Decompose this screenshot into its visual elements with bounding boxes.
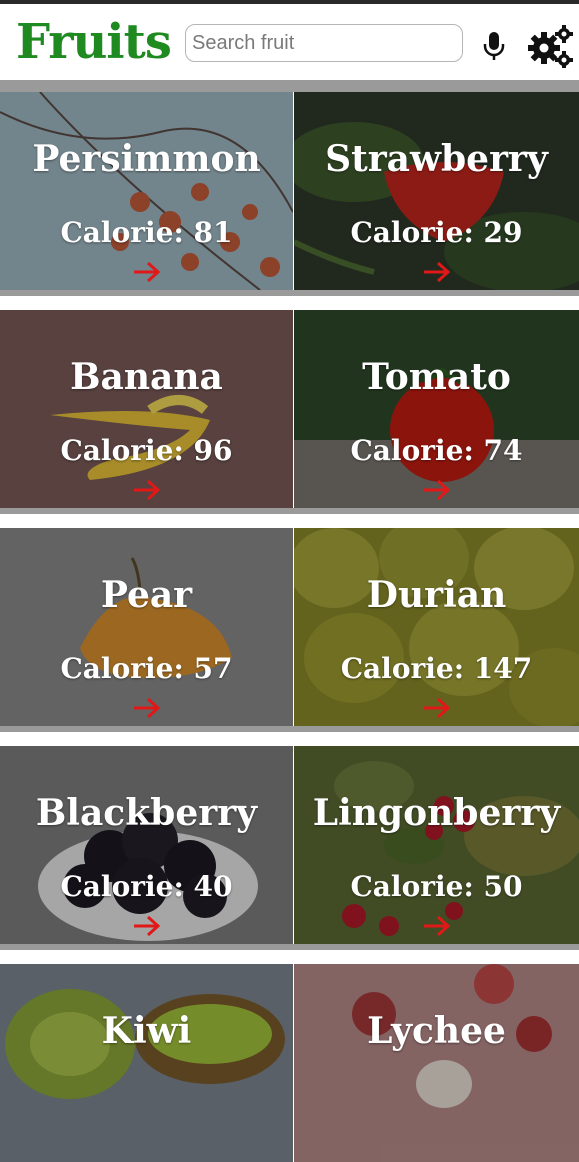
app-title: Fruits: [16, 14, 172, 70]
fruit-name: Kiwi: [101, 1010, 192, 1052]
fruit-calorie: Calorie: 57: [60, 652, 233, 685]
fruit-row: Pear Calorie: 57 Durian Calorie: 147: [0, 528, 579, 732]
fruit-name: Pear: [100, 574, 193, 616]
fruit-card-pear[interactable]: Pear Calorie: 57: [0, 528, 293, 726]
fruit-row: Blackberry Calorie: 40 Lingonberry Calor…: [0, 746, 579, 950]
fruit-calorie: Calorie: 40: [60, 870, 233, 903]
fruit-card-lingonberry[interactable]: Lingonberry Calorie: 50: [294, 746, 579, 944]
arrow-right-icon[interactable]: [131, 696, 163, 720]
row-divider: [0, 290, 579, 296]
arrow-right-icon[interactable]: [131, 914, 163, 938]
fruit-row: Persimmon Calorie: 81 Strawberry Calorie…: [0, 92, 579, 296]
row-divider: [0, 726, 579, 732]
fruit-calorie: Calorie: 29: [350, 216, 523, 249]
fruit-calorie: Calorie: 74: [350, 434, 523, 467]
fruit-name: Durian: [366, 574, 507, 616]
fruit-card-strawberry[interactable]: Strawberry Calorie: 29: [294, 92, 579, 290]
fruit-card-banana[interactable]: Banana Calorie: 96: [0, 310, 293, 508]
fruit-calorie: Calorie: 81: [60, 216, 233, 249]
fruit-card-persimmon[interactable]: Persimmon Calorie: 81: [0, 92, 293, 290]
arrow-right-icon[interactable]: [421, 478, 453, 502]
fruit-row: Banana Calorie: 96 Tomato Calorie: 74: [0, 310, 579, 514]
arrow-right-icon[interactable]: [131, 260, 163, 284]
row-divider: [0, 944, 579, 950]
fruit-calorie: Calorie: 96: [60, 434, 233, 467]
fruit-name: Strawberry: [325, 138, 548, 180]
fruit-card-blackberry[interactable]: Blackberry Calorie: 40: [0, 746, 293, 944]
row-divider: [0, 508, 579, 514]
arrow-right-icon[interactable]: [421, 696, 453, 720]
app-header: Fruits: [0, 4, 579, 80]
fruit-card-lychee[interactable]: Lychee: [294, 964, 579, 1162]
gears-icon[interactable]: [526, 24, 574, 68]
fruit-name: Lingonberry: [312, 792, 561, 834]
fruit-grid: Persimmon Calorie: 81 Strawberry Calorie…: [0, 92, 579, 1162]
header-divider: [0, 80, 579, 92]
fruit-name: Lychee: [367, 1010, 506, 1052]
microphone-icon[interactable]: [480, 30, 508, 62]
fruit-calorie: Calorie: 147: [340, 652, 533, 685]
fruit-name: Banana: [70, 356, 223, 398]
fruit-card-kiwi[interactable]: Kiwi: [0, 964, 293, 1162]
fruit-name: Blackberry: [35, 792, 258, 834]
fruit-card-tomato[interactable]: Tomato Calorie: 74: [294, 310, 579, 508]
fruit-row: Kiwi Lychee: [0, 964, 579, 1162]
fruit-name: Tomato: [362, 356, 511, 398]
fruit-calorie: Calorie: 50: [350, 870, 523, 903]
arrow-right-icon[interactable]: [421, 914, 453, 938]
search-input[interactable]: [185, 24, 463, 62]
fruit-name: Persimmon: [32, 138, 261, 180]
fruit-card-durian[interactable]: Durian Calorie: 147: [294, 528, 579, 726]
arrow-right-icon[interactable]: [421, 260, 453, 284]
arrow-right-icon[interactable]: [131, 478, 163, 502]
